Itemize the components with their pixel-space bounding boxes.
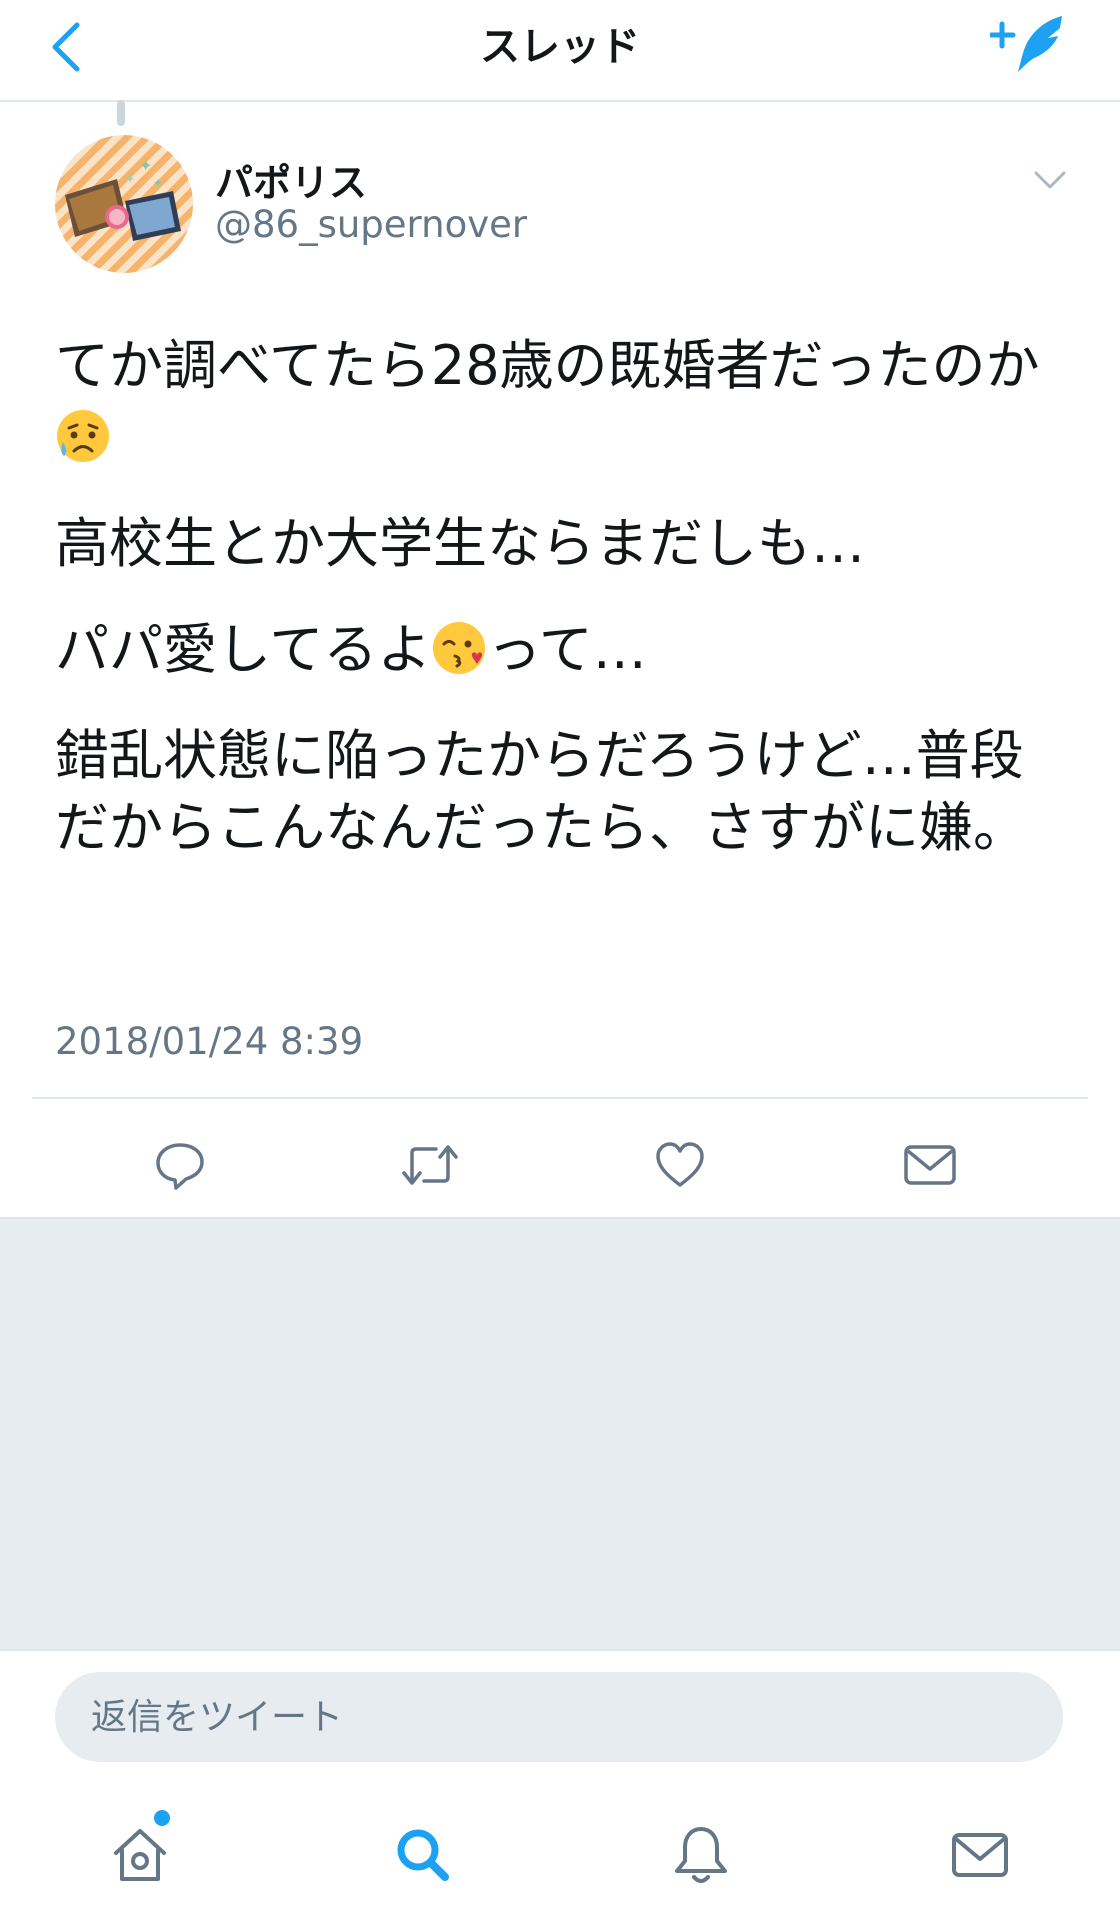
- home-icon: [114, 1829, 166, 1881]
- page-title: スレッド: [480, 24, 640, 70]
- tweet-options-button[interactable]: [1030, 165, 1070, 195]
- tweet-paragraph-1: てか調べてたら28歳の既婚者だったのか: [55, 330, 1075, 474]
- tweet-text-line-3b: って…: [487, 618, 647, 681]
- tab-home[interactable]: [95, 1815, 185, 1895]
- chevron-down-icon: [1034, 171, 1066, 189]
- tab-notifications[interactable]: [656, 1815, 746, 1895]
- svg-text:✦: ✦: [153, 176, 163, 190]
- compose-tweet-button[interactable]: [988, 10, 1070, 80]
- like-button[interactable]: [635, 1130, 725, 1200]
- messages-icon: [952, 1833, 1008, 1877]
- reply-icon: [156, 1143, 204, 1190]
- svg-text:✦: ✦: [125, 172, 135, 186]
- reply-button[interactable]: [135, 1130, 225, 1200]
- tweet-timestamp[interactable]: 2018/01/24 8:39: [55, 1020, 363, 1063]
- tweet-text-line-3a: パパ愛してるよ: [55, 618, 432, 681]
- tweet-paragraph-2: 高校生とか大学生ならまだしも…: [55, 512, 865, 575]
- tab-search[interactable]: [378, 1815, 468, 1895]
- new-tweets-indicator: [154, 1810, 170, 1826]
- thread-connector-line: [117, 100, 125, 126]
- compose-tweet-icon: [988, 16, 1062, 72]
- svg-text:✦: ✦: [139, 156, 152, 175]
- like-icon: [656, 1142, 704, 1187]
- retweet-button[interactable]: [385, 1130, 475, 1200]
- display-name[interactable]: パポリス: [215, 152, 367, 207]
- tweet-paragraph-3: パパ愛してるよ って…: [55, 614, 1075, 686]
- reply-input[interactable]: [55, 1672, 1063, 1762]
- empty-replies-area: [0, 1217, 1120, 1651]
- sad-relieved-face-emoji: [55, 408, 111, 464]
- tweet-text-line-1: てか調べてたら28歳の既婚者だったのか: [55, 334, 1040, 397]
- direct-message-icon: [904, 1145, 956, 1185]
- tab-messages[interactable]: [935, 1815, 1025, 1895]
- avatar[interactable]: ✦ ✦ ✦: [55, 135, 193, 273]
- divider: [32, 1097, 1088, 1099]
- username[interactable]: @86_supernover: [215, 203, 527, 246]
- face-blowing-kiss-emoji: [431, 620, 487, 676]
- search-icon: [397, 1829, 449, 1881]
- direct-message-button[interactable]: [885, 1130, 975, 1200]
- avatar-image: ✦ ✦ ✦: [65, 156, 181, 241]
- tweet-paragraph-4: 錯乱状態に陥ったからだろうけど…普段だからこんなんだったら、さすがに嫌。: [55, 724, 1027, 859]
- tweet-text: てか調べてたら28歳の既婚者だったのか 高校生とか大学生ならまだしも… パパ愛し…: [55, 330, 1075, 898]
- retweet-icon: [402, 1145, 458, 1185]
- notifications-icon: [675, 1827, 727, 1883]
